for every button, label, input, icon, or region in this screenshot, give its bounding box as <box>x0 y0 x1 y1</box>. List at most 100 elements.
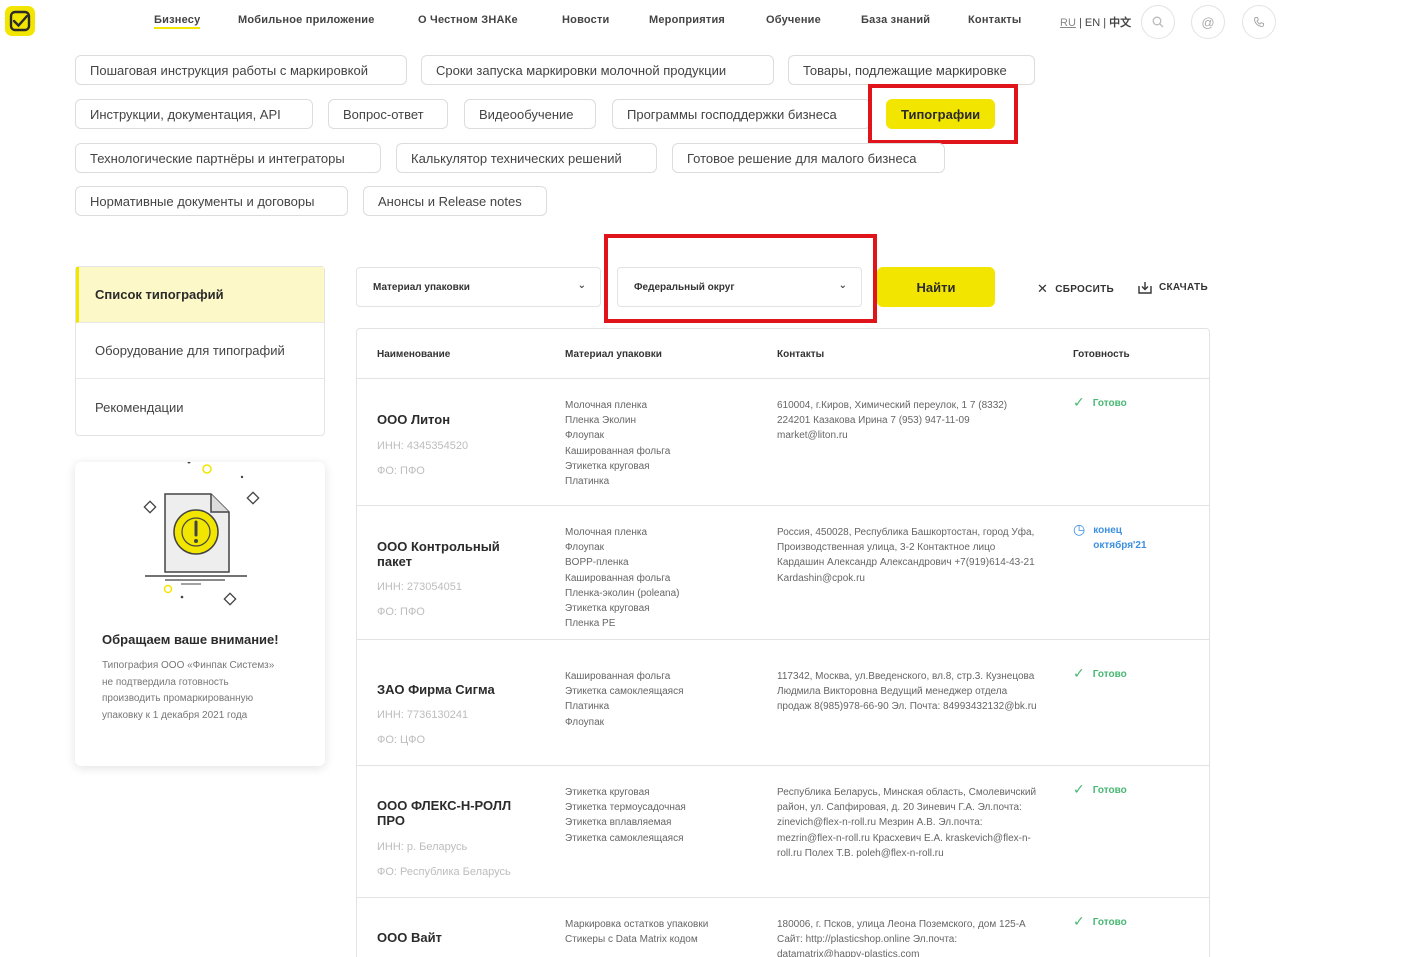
status-badge: ✓ Готово <box>1073 781 1163 798</box>
row-inn: ИНН: р. Беларусь <box>377 841 468 853</box>
table-row: ЗАО Фирма Сигма ИНН: 7736130241 ФО: ЦФО … <box>357 640 1209 766</box>
clock-icon: ◷ <box>1073 521 1086 537</box>
status-badge: ✓ Готово <box>1073 913 1163 930</box>
row-fo: ФО: ЦФО <box>377 734 426 746</box>
nav-training[interactable]: Обучение <box>766 14 821 26</box>
chevron-down-icon: ⌄ <box>577 280 586 291</box>
email-icon: @ <box>1201 14 1215 30</box>
row-materials: Молочная пленка Пленка Эколин Флоупак Ка… <box>565 400 671 488</box>
row-inn: ИНН: 4345354520 <box>377 440 469 452</box>
lang-ru[interactable]: RU <box>1060 17 1076 29</box>
printing-houses-table: Наименование Материал упаковки Контакты … <box>356 328 1210 957</box>
nav-news[interactable]: Новости <box>562 14 610 26</box>
chip-state-support[interactable]: Программы господдержки бизнеса <box>612 99 871 129</box>
row-name: ЗАО Фирма Сигма <box>377 682 495 697</box>
language-switcher: RU | EN | 中文 <box>1060 14 1131 30</box>
row-fo: ФО: ПФО <box>377 465 425 477</box>
nav-business[interactable]: Бизнесу <box>154 14 201 29</box>
row-inn: ИНН: 273054051 <box>377 581 462 593</box>
check-icon: ✓ <box>1073 394 1085 410</box>
chip-small-business[interactable]: Готовое решение для малого бизнеса <box>672 143 945 173</box>
chip-regulatory-docs[interactable]: Нормативные документы и договоры <box>75 186 348 216</box>
column-header-readiness: Готовность <box>1073 349 1130 360</box>
chip-release-notes[interactable]: Анонсы и Release notes <box>363 186 547 216</box>
check-icon: ✓ <box>1073 913 1085 929</box>
status-badge: ✓ Готово <box>1073 665 1163 682</box>
row-fo: ФО: ПФО <box>377 606 425 618</box>
chip-goods-to-mark[interactable]: Товары, подлежащие маркировке <box>788 55 1035 85</box>
email-button[interactable]: @ <box>1191 5 1225 39</box>
table-row: ООО Литон ИНН: 4345354520 ФО: ПФО Молочн… <box>357 379 1209 506</box>
lang-zh[interactable]: 中文 <box>1109 17 1131 29</box>
chip-docs-api[interactable]: Инструкции, документация, API <box>75 99 313 129</box>
reset-button[interactable]: ✕ СБРОСИТЬ <box>1037 281 1114 297</box>
find-button[interactable]: Найти <box>877 267 995 307</box>
search-icon <box>1152 16 1164 28</box>
notice-title: Обращаем ваше внимание! <box>102 632 279 647</box>
phone-icon <box>1253 17 1264 28</box>
nav-mobile-app[interactable]: Мобильное приложение <box>238 14 375 26</box>
nav-about[interactable]: О Честном ЗНАКе <box>418 14 518 26</box>
sidebar-item-equipment[interactable]: Оборудование для типографий <box>76 323 324 379</box>
row-contacts: 117342, Москва, ул.Введенского, вл.8, ст… <box>777 671 1037 713</box>
download-label: СКАЧАТЬ <box>1159 282 1208 293</box>
status-text: Готово <box>1092 669 1127 680</box>
lang-en[interactable]: EN <box>1085 17 1100 29</box>
chip-dairy-deadlines[interactable]: Сроки запуска маркировки молочной продук… <box>421 55 774 85</box>
sidebar-item-recommendations[interactable]: Рекомендации <box>76 379 324 435</box>
status-text: Готово <box>1092 785 1127 796</box>
nav-events[interactable]: Мероприятия <box>649 14 725 26</box>
nav-knowledge-base[interactable]: База знаний <box>861 14 930 26</box>
material-select-label: Материал упаковки <box>373 281 470 293</box>
chip-tech-calculator[interactable]: Калькулятор технических решений <box>396 143 657 173</box>
status-text: Готово <box>1092 917 1127 928</box>
sidebar-item-printing-list[interactable]: Список типографий <box>76 267 324 323</box>
row-materials: Кашированная фольга Этикетка самоклеящая… <box>565 671 684 728</box>
check-icon: ✓ <box>1073 781 1085 797</box>
notice-card: Обращаем ваше внимание! Типография ООО «… <box>75 462 325 766</box>
search-button[interactable] <box>1141 5 1175 39</box>
row-name: ООО ФЛЕКС-Н-РОЛЛ ПРО <box>377 798 512 828</box>
row-name: ООО Контрольный пакет <box>377 539 500 569</box>
chip-step-guide[interactable]: Пошаговая инструкция работы с маркировко… <box>75 55 407 85</box>
column-header-name: Наименование <box>377 349 451 360</box>
download-button[interactable]: СКАЧАТЬ <box>1138 281 1208 294</box>
logo-icon[interactable] <box>5 6 35 36</box>
table-row: ООО ФЛЕКС-Н-РОЛЛ ПРО ИНН: р. Беларусь ФО… <box>357 766 1209 898</box>
row-materials: Этикетка круговая Этикетка термоусадочна… <box>565 787 686 844</box>
reset-label: СБРОСИТЬ <box>1055 283 1115 295</box>
chip-faq[interactable]: Вопрос-ответ <box>328 99 448 129</box>
highlight-box <box>604 234 877 323</box>
lang-separator: | <box>1103 17 1107 29</box>
row-inn: ИНН: 7736130241 <box>377 709 469 721</box>
highlight-box <box>868 84 1018 144</box>
row-contacts: Россия, 450028, Республика Башкортостан,… <box>777 527 1035 584</box>
row-contacts: Республика Беларусь, Минская область, См… <box>777 787 1037 859</box>
row-materials: Маркировка остатков упаковки Стикеры с D… <box>565 919 709 946</box>
row-fo: ФО: Республика Беларусь <box>377 866 511 878</box>
column-header-material: Материал упаковки <box>565 349 662 360</box>
close-icon: ✕ <box>1037 281 1049 296</box>
nav-contacts[interactable]: Контакты <box>968 14 1021 26</box>
download-icon <box>1138 282 1152 294</box>
status-text: Готово <box>1092 398 1127 409</box>
sidebar: Список типографий Оборудование для типог… <box>75 266 325 436</box>
chip-tech-partners[interactable]: Технологические партнёры и интеграторы <box>75 143 381 173</box>
table-row: ООО Контрольный пакет ИНН: 273054051 ФО:… <box>357 506 1209 640</box>
row-contacts: 180006, г. Псков, улица Леона Поземского… <box>777 919 1026 957</box>
column-header-contacts: Контакты <box>777 349 825 360</box>
document-warning-icon <box>143 462 260 606</box>
row-materials: Молочная пленка Флоупак BOPP-пленка Каши… <box>565 527 680 630</box>
row-name: ООО Литон <box>377 412 451 427</box>
notice-text: Типография ООО «Финпак Системз» не подтв… <box>102 660 275 721</box>
material-select[interactable]: Материал упаковки ⌄ <box>356 267 601 307</box>
check-icon: ✓ <box>1073 665 1085 681</box>
row-name: ООО Вайт <box>377 930 442 945</box>
row-contacts: 610004, г.Киров, Химический переулок, 1 … <box>777 400 1008 442</box>
chip-video-training[interactable]: Видеообучение <box>464 99 596 129</box>
table-row: ООО Вайт Маркировка остатков упаковки Ст… <box>357 898 1209 957</box>
lang-separator: | <box>1078 17 1082 29</box>
status-badge: ◷ конец октября'21 <box>1073 521 1163 553</box>
phone-button[interactable] <box>1242 5 1276 39</box>
status-badge: ✓ Готово <box>1073 394 1163 411</box>
